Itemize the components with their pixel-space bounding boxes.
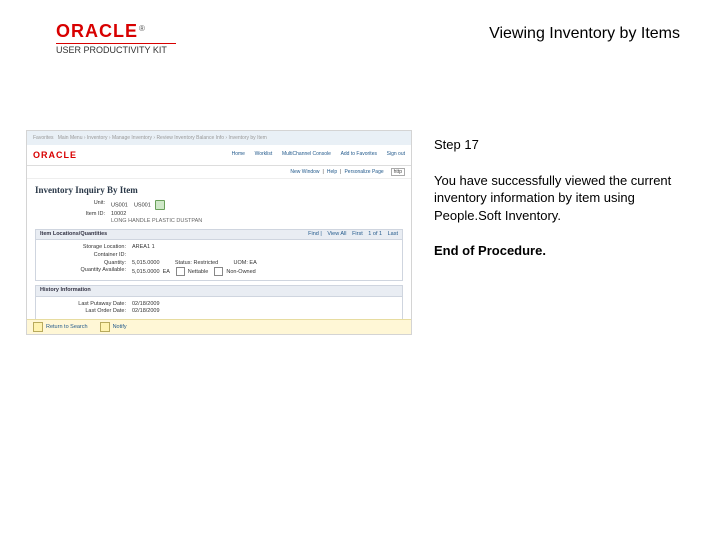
unit-label: Unit: <box>35 200 105 210</box>
end-of-procedure: End of Procedure. <box>434 242 680 260</box>
header-links: Home Worklist MultiChannel Console Add t… <box>224 151 405 158</box>
oracle-logo: ORACLE <box>56 21 138 41</box>
storage-label: Storage Location: <box>40 244 126 251</box>
brand-subtitle: USER PRODUCTIVITY KIT <box>56 46 176 55</box>
refresh-icon[interactable] <box>155 200 165 210</box>
return-search-link[interactable]: Return to Search <box>46 324 88 331</box>
qty-row: 5,015.0000 Status: Restricted UOM: EA <box>132 260 257 267</box>
mcc-link[interactable]: MultiChannel Console <box>282 151 331 157</box>
trademark: ® <box>139 24 145 33</box>
putaway-value: 02/18/2009 <box>132 301 160 308</box>
nav-count: 1 of 1 <box>368 231 382 237</box>
footer-bar: Return to Search Notify <box>27 319 411 334</box>
viewall-link[interactable]: View All <box>327 231 346 237</box>
nonown-checkbox[interactable] <box>214 267 223 276</box>
item-desc: LONG HANDLE PLASTIC DUSTPAN <box>111 218 202 225</box>
app-header: ORACLE Home Worklist MultiChannel Consol… <box>27 145 411 166</box>
subheader-bar: New Window | Help | Personalize Page htt… <box>27 166 411 179</box>
storage-value: AREA1 1 <box>132 244 155 251</box>
container-label: Container ID: <box>40 252 126 259</box>
brand-block: ORACLE® USER PRODUCTIVITY KIT <box>56 22 176 55</box>
lastorder-value: 02/18/2009 <box>132 308 160 315</box>
find-link[interactable]: Find <box>308 231 319 237</box>
brand-divider <box>56 43 176 44</box>
app-logo: ORACLE <box>33 151 77 160</box>
putaway-label: Last Putaway Date: <box>40 301 126 308</box>
home-link[interactable]: Home <box>232 151 245 157</box>
section-title: Item Locations/Quantities <box>40 232 107 238</box>
grid-tools: Find | View All First 1 of 1 Last <box>304 232 398 238</box>
unit-value: US001 US001 <box>111 200 165 210</box>
last-link[interactable]: Last <box>388 231 398 237</box>
help-link[interactable]: Help <box>327 169 337 175</box>
qtyavail-label: Quantity Available: <box>40 267 126 276</box>
notify-icon <box>100 322 110 332</box>
app-screenshot: Favorites Main Menu › Inventory › Manage… <box>26 130 412 335</box>
http-icon: http <box>391 168 405 176</box>
page-title: Inventory Inquiry By Item <box>35 185 403 196</box>
locations-section-header: Item Locations/Quantities Find | View Al… <box>35 229 403 241</box>
nettable-checkbox[interactable] <box>176 267 185 276</box>
new-window-link[interactable]: New Window <box>290 169 319 175</box>
locations-grid: Storage Location: AREA1 1 Container ID: Q… <box>35 240 403 281</box>
breadcrumb: Favorites Main Menu › Inventory › Manage… <box>33 135 267 141</box>
return-icon <box>33 322 43 332</box>
signout-link[interactable]: Sign out <box>387 151 405 157</box>
qtyavail-row: 5,015.0000 EA Nettable Non-Owned <box>132 267 256 276</box>
history-header: History Information <box>35 285 403 297</box>
breadcrumb-bar: Favorites Main Menu › Inventory › Manage… <box>27 131 411 145</box>
worklist-link[interactable]: Worklist <box>255 151 273 157</box>
notify-link[interactable]: Notify <box>113 324 127 331</box>
item-id: 10002 <box>111 211 126 217</box>
fav-link[interactable]: Add to Favorites <box>341 151 377 157</box>
history-grid: Last Putaway Date: 02/18/2009 Last Order … <box>35 297 403 320</box>
qty-label: Quantity: <box>40 260 126 267</box>
item-label: Item ID: <box>35 211 105 218</box>
instruction-panel: Step 17 You have successfully viewed the… <box>434 136 680 260</box>
instruction-body: You have successfully viewed the current… <box>434 172 680 225</box>
personalize-link[interactable]: Personalize Page <box>344 169 383 175</box>
step-label: Step 17 <box>434 136 680 154</box>
first-link[interactable]: First <box>352 231 363 237</box>
doc-title: Viewing Inventory by Items <box>489 24 680 43</box>
lastorder-label: Last Order Date: <box>40 308 126 315</box>
